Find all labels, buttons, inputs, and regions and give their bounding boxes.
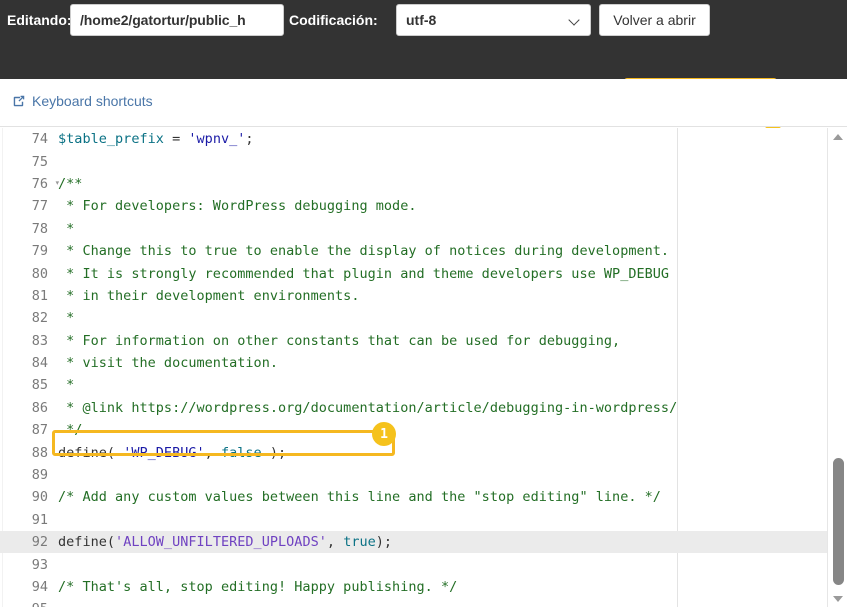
code-line-text: /* That's all, stop editing! Happy publi… — [58, 579, 458, 595]
code-line[interactable]: 88 define( 'WP_DEBUG', false ); — [0, 441, 847, 463]
line-number: 86 — [31, 399, 48, 416]
code-line-text: * in their development environments. — [58, 287, 360, 304]
editor-toolbar: Keyboard shortcuts — [0, 79, 847, 197]
file-path-input[interactable]: /home2/gatortur/public_h — [70, 4, 284, 36]
keyboard-shortcuts-link[interactable]: Keyboard shortcuts — [12, 93, 153, 109]
code-line-text: * @link https://wordpress.org/documentat… — [58, 399, 678, 416]
editor-header-bar: Editando: /home2/gatortur/public_h Codif… — [0, 0, 847, 130]
code-line[interactable]: 90 /* Add any custom values between this … — [0, 486, 847, 508]
line-number: 80 — [31, 265, 48, 282]
editing-label: Editando: — [7, 12, 72, 28]
code-line[interactable]: 92 define('ALLOW_UNFILTERED_UPLOADS', tru… — [0, 531, 847, 554]
chevron-down-icon — [570, 15, 580, 25]
line-number: 87 — [31, 422, 48, 439]
code-line[interactable]: 89 — [0, 464, 847, 486]
code-line[interactable]: 74 $table_prefix = 'wpnv_'; — [0, 128, 847, 150]
code-line[interactable]: 82 * — [0, 307, 847, 329]
header-row-secondary: Usar editor legacy Guardar cambios Cerra… — [0, 40, 847, 130]
code-line-text: * — [58, 220, 75, 237]
line-number: 74 — [31, 131, 48, 148]
code-line-text: $table_prefix = 'wpnv_'; — [58, 131, 254, 148]
line-number: 77 — [31, 198, 48, 215]
line-number: 82 — [31, 310, 48, 327]
line-number: 90 — [31, 489, 48, 506]
line-number: 88 — [31, 444, 48, 461]
code-line[interactable]: 76 ▾/** — [0, 173, 847, 195]
scroll-up-arrow-icon[interactable] — [828, 128, 847, 145]
code-line[interactable]: 87 */ — [0, 419, 847, 441]
line-number: 75 — [31, 153, 48, 170]
line-number: 89 — [31, 467, 48, 484]
code-line-text: */ — [58, 422, 83, 439]
code-line[interactable]: 94 /* That's all, stop editing! Happy pub… — [0, 576, 847, 598]
line-number: 92 — [31, 534, 48, 551]
keyboard-shortcuts-label: Keyboard shortcuts — [32, 93, 153, 109]
code-line[interactable]: 85 * — [0, 374, 847, 396]
code-lines-container: 74 $table_prefix = 'wpnv_'; 75 76 ▾/** 77 * F… — [0, 128, 847, 607]
code-line[interactable]: 75 — [0, 150, 847, 172]
scroll-down-arrow-icon[interactable] — [828, 590, 847, 607]
code-line-text: * — [58, 377, 75, 394]
code-line-text: /* Add any custom values between this li… — [58, 489, 661, 506]
encoding-label: Codificación: — [289, 12, 378, 28]
code-line-text: /** — [58, 175, 83, 192]
code-line[interactable]: 86 * @link https://wordpress.org/documen… — [0, 397, 847, 419]
code-line-text: define('ALLOW_UNFILTERED_UPLOADS', true)… — [58, 534, 393, 551]
header-row-primary: Editando: /home2/gatortur/public_h Codif… — [0, 0, 847, 40]
code-line-text: * It is strongly recommended that plugin… — [58, 265, 670, 282]
line-number: 91 — [31, 511, 48, 528]
line-number: 93 — [31, 556, 48, 573]
code-line[interactable]: 93 — [0, 553, 847, 575]
line-number: 84 — [31, 355, 48, 372]
code-line[interactable]: 81 * in their development environments. — [0, 285, 847, 307]
encoding-select[interactable]: utf-8 — [396, 4, 591, 36]
code-line-text: define( 'WP_DEBUG', false ); — [58, 444, 287, 461]
step-badge-1: 1 — [372, 422, 396, 446]
code-line[interactable]: 80 * It is strongly recommended that plu… — [0, 262, 847, 284]
code-line[interactable]: 84 * visit the documentation. — [0, 352, 847, 374]
code-line[interactable]: 95 — [0, 598, 847, 607]
code-line[interactable]: 77 * For developers: WordPress debugging… — [0, 195, 847, 217]
line-number: 79 — [31, 243, 48, 260]
line-number: 83 — [31, 332, 48, 349]
line-number: 81 — [31, 287, 48, 304]
scrollbar-thumb[interactable] — [833, 458, 844, 585]
code-editor[interactable]: 74 $table_prefix = 'wpnv_'; 75 76 ▾/** 77 * F… — [0, 128, 847, 607]
encoding-selected-value: utf-8 — [406, 12, 437, 28]
external-link-icon — [12, 94, 26, 108]
code-line-text: * — [58, 310, 75, 327]
code-line-text: * For developers: WordPress debugging mo… — [58, 198, 417, 215]
line-number: 78 — [31, 220, 48, 237]
line-number: 94 — [31, 579, 48, 595]
line-number: 85 — [31, 377, 48, 394]
vertical-scrollbar[interactable] — [827, 128, 847, 607]
reopen-button[interactable]: Volver a abrir — [599, 4, 710, 36]
code-line[interactable]: 83 * For information on other constants … — [0, 330, 847, 352]
code-line[interactable]: 78 * — [0, 218, 847, 240]
code-line-text: * Change this to true to enable the disp… — [58, 243, 670, 260]
code-line-text: * visit the documentation. — [58, 355, 278, 372]
line-number: 76 ▾ — [31, 175, 60, 192]
code-line[interactable]: 91 — [0, 509, 847, 531]
fold-toggle-icon[interactable]: ▾ — [55, 179, 60, 188]
line-number: 95 — [0, 601, 52, 607]
code-line-text: * For information on other constants tha… — [58, 332, 621, 349]
code-line[interactable]: 79 * Change this to true to enable the d… — [0, 240, 847, 262]
